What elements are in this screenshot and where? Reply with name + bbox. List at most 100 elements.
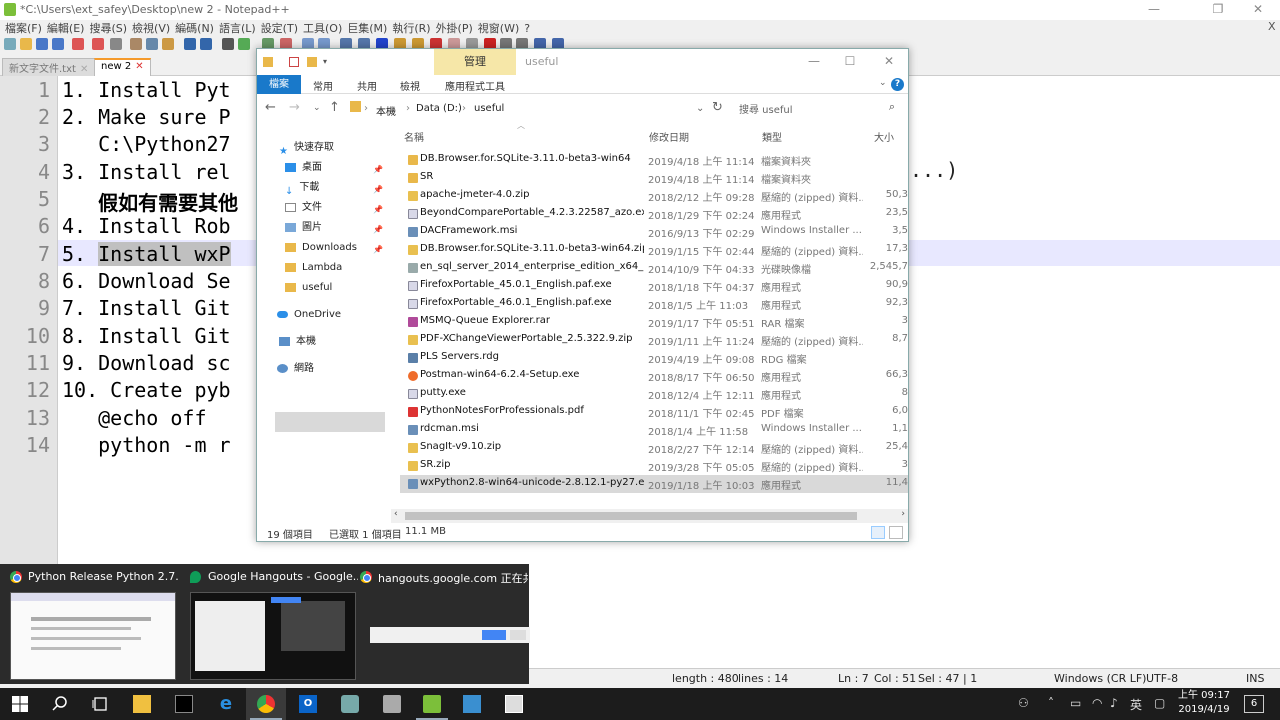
horizontal-scrollbar[interactable]: ‹ ›: [391, 509, 908, 523]
search-button[interactable]: [40, 688, 80, 720]
menu-file[interactable]: 檔案(F): [5, 20, 42, 36]
maximize-button[interactable]: ❐: [1206, 2, 1230, 16]
taskbar-rdcman[interactable]: [452, 688, 492, 720]
find-icon[interactable]: [222, 38, 234, 50]
action-center-icon[interactable]: 6: [1244, 695, 1264, 713]
nav-desktop[interactable]: 桌面: [285, 159, 322, 177]
nav-lambda[interactable]: Lambda: [285, 259, 342, 277]
menu-help[interactable]: ?: [524, 22, 530, 35]
file-row[interactable]: FirefoxPortable_46.0.1_English.paf.exe 20…: [400, 295, 908, 313]
taskbar-photos[interactable]: [494, 688, 534, 720]
nav-quick-access[interactable]: ★ 快速存取: [279, 139, 334, 157]
file-row[interactable]: PDF-XChangeViewerPortable_2.5.322.9.zip 2…: [400, 331, 908, 349]
manage-context-tab[interactable]: 管理: [434, 49, 516, 75]
ribbon-tab-share[interactable]: 共用: [357, 78, 377, 93]
pin-icon[interactable]: 📌: [373, 225, 383, 234]
file-row[interactable]: BeyondComparePortable_4.2.3.22587_azo.ex…: [400, 205, 908, 223]
pin-icon[interactable]: 📌: [373, 205, 383, 214]
menu-macro[interactable]: 巨集(M): [347, 20, 387, 36]
thumbnail-python-release[interactable]: Python Release Python 2.7.16 ...: [0, 564, 178, 684]
nav-pictures[interactable]: 圖片: [285, 219, 322, 237]
taskbar-remote-desktop[interactable]: [330, 688, 370, 720]
column-name[interactable]: 名稱: [404, 129, 424, 144]
close-document-button[interactable]: X: [1268, 20, 1276, 33]
explorer-minimize-button[interactable]: —: [802, 54, 826, 68]
menu-run[interactable]: 執行(R): [392, 20, 430, 36]
refresh-icon[interactable]: ↻: [712, 100, 723, 115]
redo-icon[interactable]: [200, 38, 212, 50]
menu-encoding[interactable]: 編碼(N): [175, 20, 214, 36]
nav-downloads[interactable]: ↓ 下載: [285, 179, 319, 197]
file-row[interactable]: DACFramework.msi 2016/9/13 下午 02:29 Window…: [400, 223, 908, 241]
nav-downloads-folder[interactable]: Downloads: [285, 239, 357, 257]
pin-icon[interactable]: 📌: [373, 165, 383, 174]
taskbar-tools[interactable]: [372, 688, 412, 720]
save-icon[interactable]: [36, 38, 48, 50]
scroll-right-icon[interactable]: ›: [901, 509, 905, 519]
tab-new-text-doc[interactable]: 新文字文件.txt ✕: [2, 58, 96, 76]
undo-icon[interactable]: [184, 38, 196, 50]
file-row[interactable]: PLS Servers.rdg 2019/4/19 上午 09:08 RDG 檔案: [400, 349, 908, 367]
ribbon-expand-icon[interactable]: ⌄: [879, 78, 887, 88]
file-row[interactable]: en_sql_server_2014_enterprise_edition_x6…: [400, 259, 908, 277]
help-icon[interactable]: ?: [891, 78, 904, 91]
menu-view[interactable]: 檢視(V): [132, 20, 170, 36]
customize-qa-icon[interactable]: ▾: [323, 57, 333, 67]
tab-new-2[interactable]: new 2 ✕: [94, 58, 151, 76]
column-date[interactable]: 修改日期: [649, 129, 689, 144]
recent-icon[interactable]: ⌄: [313, 103, 321, 113]
battery-icon[interactable]: ▭: [1070, 696, 1081, 710]
file-row[interactable]: DB.Browser.for.SQLite-3.11.0-beta3-win64…: [400, 151, 908, 169]
minimize-button[interactable]: —: [1142, 2, 1166, 16]
tab-close-icon[interactable]: ✕: [80, 64, 88, 75]
file-row[interactable]: Postman-win64-6.2.4-Setup.exe 2018/8/17 下…: [400, 367, 908, 385]
replace-icon[interactable]: [238, 38, 250, 50]
file-row-selected[interactable]: wxPython2.8-win64-unicode-2.8.12.1-py27.…: [400, 475, 908, 493]
file-row[interactable]: MSMQ-Queue Explorer.rar 2019/1/17 下午 05:5…: [400, 313, 908, 331]
breadcrumb-drive[interactable]: Data (D:): [416, 103, 462, 114]
scrollbar-thumb[interactable]: [405, 512, 857, 520]
print-icon[interactable]: [110, 38, 122, 50]
close-all-icon[interactable]: [92, 38, 104, 50]
ribbon-tab-app-tools[interactable]: 應用程式工具: [445, 78, 505, 93]
properties-icon[interactable]: [289, 57, 299, 67]
address-bar[interactable]: › 本機 › Data (D:) › useful ⌄: [345, 97, 707, 119]
nav-documents[interactable]: 文件: [285, 199, 322, 217]
cut-icon[interactable]: [130, 38, 142, 50]
copy-icon[interactable]: [146, 38, 158, 50]
breadcrumb-useful[interactable]: useful: [474, 103, 504, 114]
nav-this-pc[interactable]: 本機: [279, 333, 316, 351]
close-button[interactable]: ✕: [1246, 2, 1270, 16]
up-icon[interactable]: ↑: [329, 100, 340, 115]
large-icons-view-icon[interactable]: [889, 526, 903, 539]
thumbnail-google-hangouts[interactable]: Google Hangouts - Google...: [180, 564, 358, 684]
pin-icon[interactable]: 📌: [373, 185, 383, 194]
ribbon-tab-view[interactable]: 檢視: [400, 78, 420, 93]
file-row[interactable]: apache-jmeter-4.0.zip 2018/2/12 上午 09:28 壓…: [400, 187, 908, 205]
taskbar-chrome[interactable]: [246, 688, 286, 720]
column-type[interactable]: 類型: [762, 129, 782, 144]
taskbar-edge[interactable]: e: [206, 688, 246, 720]
new-icon[interactable]: [4, 38, 16, 50]
start-button[interactable]: [0, 688, 40, 720]
file-row[interactable]: SnagIt-v9.10.zip 2018/2/27 下午 12:14 壓縮的 (z…: [400, 439, 908, 457]
menu-settings[interactable]: 設定(T): [261, 20, 298, 36]
nav-useful[interactable]: useful: [285, 279, 332, 297]
forward-icon[interactable]: →: [289, 100, 300, 115]
tab-close-icon[interactable]: ✕: [135, 61, 143, 72]
details-view-icon[interactable]: [871, 526, 885, 539]
clock[interactable]: 上午 09:17 2019/4/19: [1176, 689, 1232, 717]
new-folder-icon[interactable]: [307, 57, 317, 67]
menu-window[interactable]: 視窗(W): [478, 20, 519, 36]
file-row[interactable]: putty.exe 2018/12/4 上午 12:11 應用程式 8: [400, 385, 908, 403]
menu-language[interactable]: 語言(L): [219, 20, 256, 36]
file-row[interactable]: rdcman.msi 2018/1/4 上午 11:58 Windows Insta…: [400, 421, 908, 439]
file-row[interactable]: PythonNotesForProfessionals.pdf 2018/11/1…: [400, 403, 908, 421]
keyboard-icon[interactable]: ▢: [1154, 696, 1165, 710]
ime-indicator[interactable]: 英: [1130, 696, 1142, 713]
thumbnail-hangouts-sharing[interactable]: hangouts.google.com 正在共...: [350, 564, 530, 684]
task-view-button[interactable]: [80, 688, 120, 720]
menu-tools[interactable]: 工具(O): [303, 20, 342, 36]
scroll-left-icon[interactable]: ‹: [394, 509, 398, 519]
show-hidden-icon[interactable]: ˄: [1048, 696, 1054, 710]
